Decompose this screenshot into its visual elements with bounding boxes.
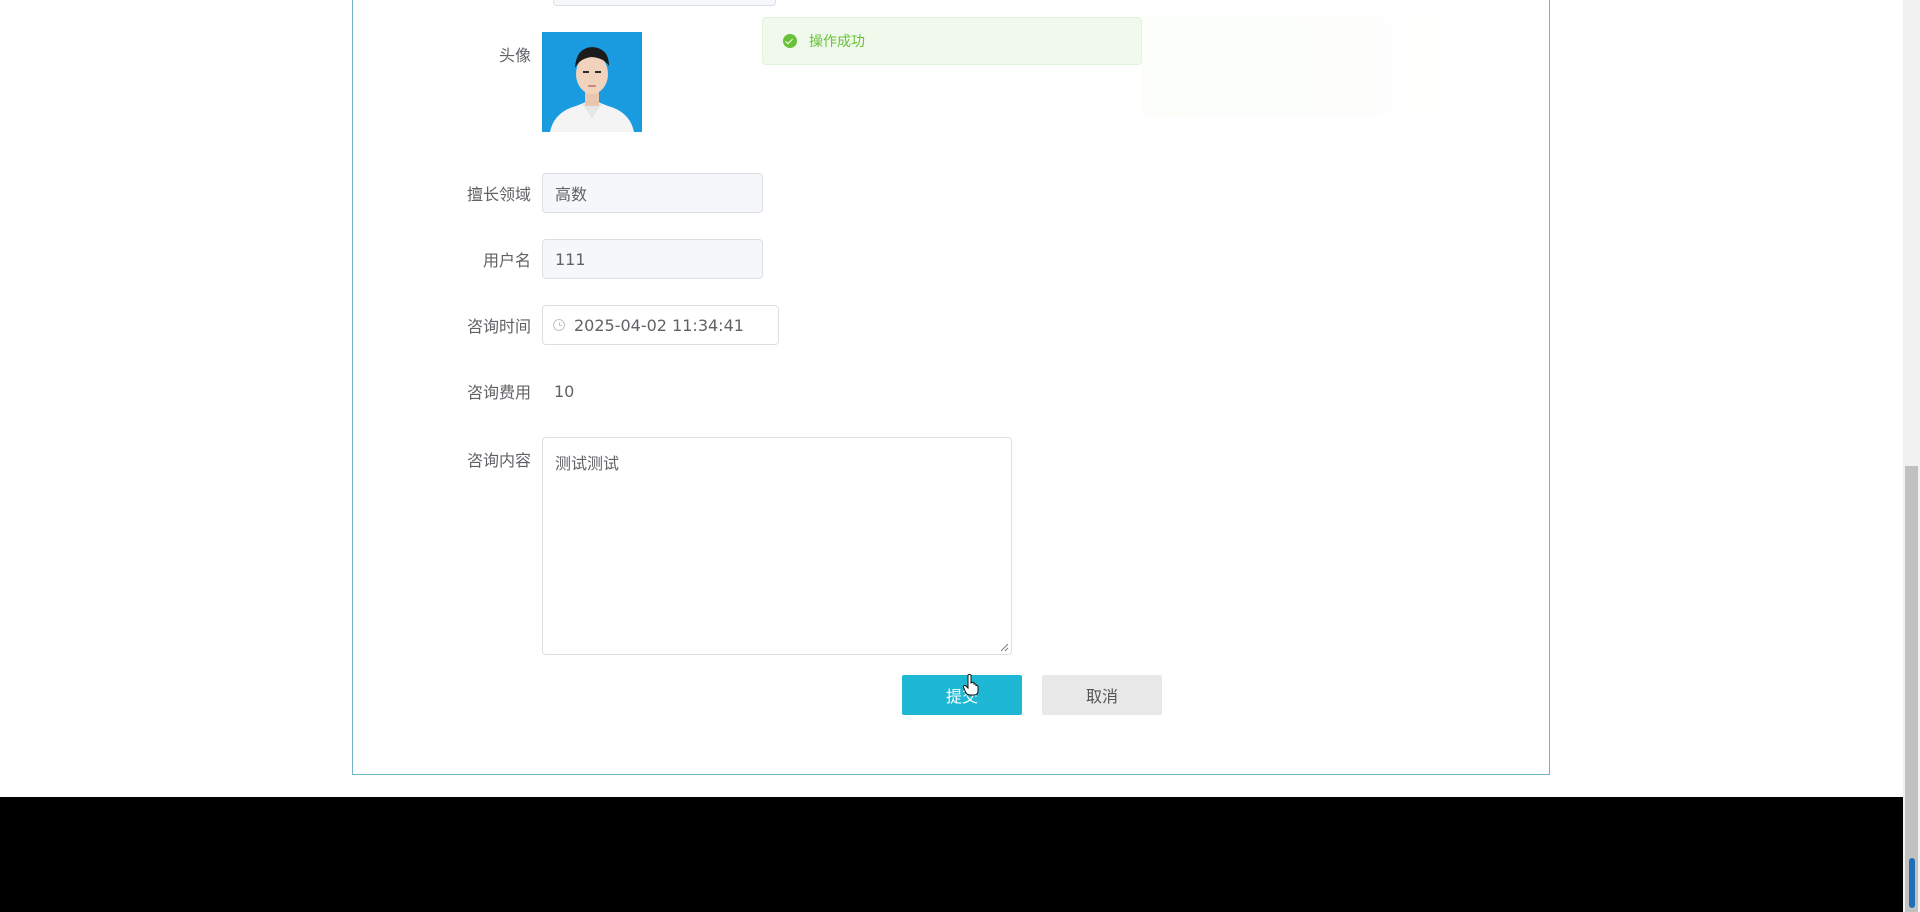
consult-content-row: 咨询内容 测试测试 <box>400 437 1012 655</box>
success-toast: 操作成功 <box>762 17 1142 65</box>
avatar-row: 头像 <box>400 32 642 132</box>
username-input[interactable]: 111 <box>542 239 763 279</box>
scrollbar-thumb[interactable] <box>1905 466 1918 912</box>
toast-message: 操作成功 <box>809 34 865 50</box>
consult-content-value: 测试测试 <box>555 454 620 473</box>
submit-button[interactable]: 提交 <box>902 675 1022 715</box>
consult-time-value: 2025-04-02 11:34:41 <box>574 315 744 335</box>
clock-icon <box>553 319 565 331</box>
resize-grip-icon[interactable] <box>1000 643 1009 652</box>
previous-field-input[interactable] <box>553 0 776 6</box>
consult-time-label: 咨询时间 <box>466 317 531 336</box>
hand-cursor-icon <box>963 674 979 696</box>
consult-fee-row: 咨询费用 10 <box>400 371 574 411</box>
avatar-label: 头像 <box>498 46 531 65</box>
page-viewport: 头像 擅长领域 高数 用户名 111 咨询时间 2025-04-02 11:34… <box>0 0 1903 912</box>
consult-content-textarea[interactable]: 测试测试 <box>542 437 1012 655</box>
cancel-button[interactable]: 取消 <box>1042 675 1162 715</box>
specialty-label: 擅长领域 <box>466 185 531 204</box>
check-circle-icon <box>783 34 797 48</box>
specialty-input[interactable]: 高数 <box>542 173 763 213</box>
consult-fee-label: 咨询费用 <box>466 383 531 402</box>
consult-time-row: 咨询时间 2025-04-02 11:34:41 <box>400 305 779 345</box>
consult-time-picker[interactable]: 2025-04-02 11:34:41 <box>542 305 779 345</box>
consult-content-label: 咨询内容 <box>466 451 531 470</box>
username-label: 用户名 <box>482 251 531 270</box>
scroll-indicator <box>1909 858 1915 908</box>
toast-shadow <box>1142 17 1592 117</box>
username-row: 用户名 111 <box>400 239 763 279</box>
avatar <box>542 32 642 132</box>
specialty-row: 擅长领域 高数 <box>400 173 763 213</box>
page-footer <box>0 797 1903 912</box>
avatar-portrait-icon <box>542 32 642 132</box>
consult-fee-value: 10 <box>554 381 575 401</box>
